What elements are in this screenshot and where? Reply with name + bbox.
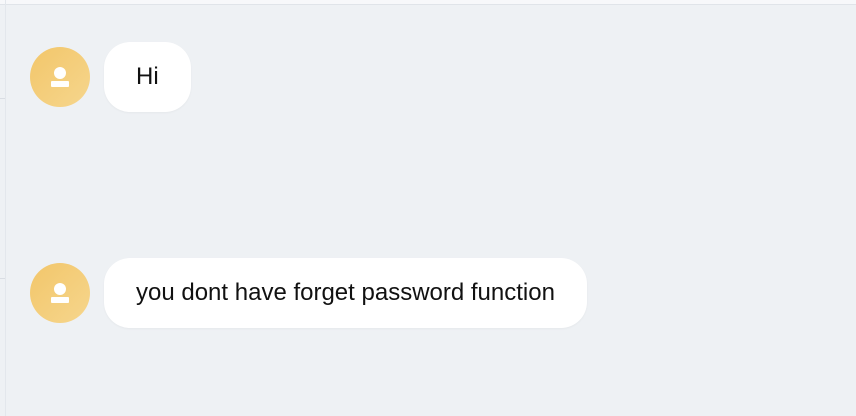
chat-message: Hi [30,42,191,112]
left-divider-tick [0,278,5,279]
message-bubble: Hi [104,42,191,112]
chat-message: you dont have forget password function [30,258,587,328]
message-bubble: you dont have forget password function [104,258,587,328]
left-divider-tick [0,98,5,99]
left-border [5,0,6,416]
user-avatar-icon [30,47,90,107]
top-divider [0,0,856,5]
user-avatar-icon [30,263,90,323]
